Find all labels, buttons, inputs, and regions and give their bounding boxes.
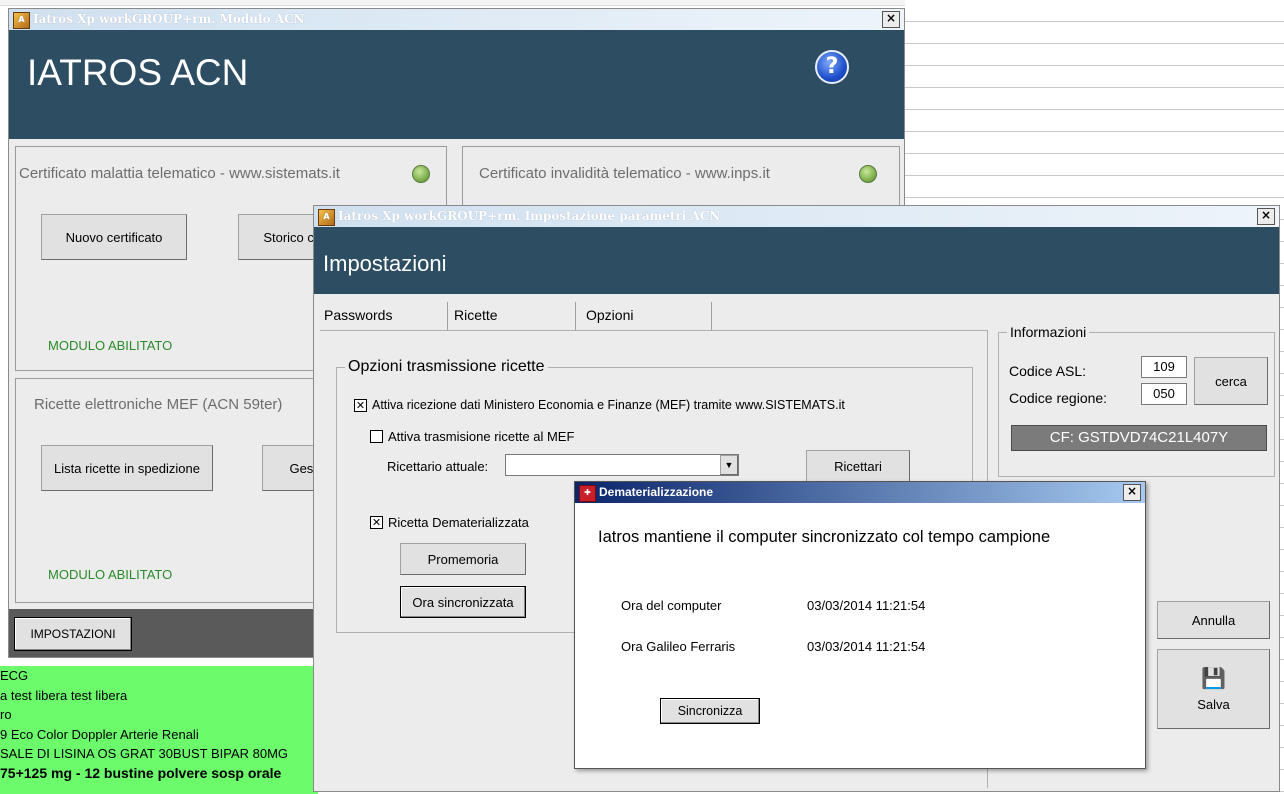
dialog-title: Dematerializzazione	[599, 485, 714, 499]
help-icon[interactable]: ?	[815, 50, 849, 84]
group-transmission-label: Opzioni trasmissione ricette	[345, 358, 548, 376]
list-item[interactable]: 9 Eco Color Doppler Arterie Renali	[0, 725, 318, 745]
receive-mef-checkbox[interactable]: ✕	[354, 399, 367, 412]
group-information-label: Informazioni	[1007, 324, 1090, 340]
new-certificate-button[interactable]: Nuovo certificato	[41, 214, 187, 260]
ricettario-label: Ricettario attuale:	[387, 459, 489, 474]
transmit-mef-checkbox[interactable]	[370, 430, 383, 443]
list-item[interactable]: a test libera test libera	[0, 686, 318, 706]
close-icon[interactable]: ×	[1123, 484, 1141, 501]
chevron-down-icon[interactable]: ▼	[720, 455, 738, 475]
panel-invalidity-title: Certificato invalidità telematico - www.…	[479, 165, 770, 182]
transmit-mef-label: Attiva trasmisione ricette al MEF	[388, 429, 575, 444]
app-icon: ✚	[579, 485, 596, 502]
main-window-title: Iatros Xp workGROUP+rm. Modulo ACN	[33, 12, 305, 26]
page-title: IATROS ACN	[27, 52, 249, 93]
settings-header: Impostazioni	[314, 227, 1279, 294]
close-icon[interactable]: ×	[882, 11, 900, 28]
panel-mef-title: Ricette elettroniche MEF (ACN 59ter)	[34, 396, 283, 413]
app-icon: A	[13, 12, 30, 29]
demat-label: Ricetta Dematerializzata	[388, 515, 529, 530]
computer-time-label: Ora del computer	[621, 598, 722, 613]
tab-opzioni[interactable]: Opzioni	[582, 302, 712, 330]
galileo-time-label: Ora Galileo Ferraris	[621, 639, 736, 654]
dialog-message: Iatros mantiene il computer sincronizzat…	[598, 528, 1051, 546]
search-button[interactable]: cerca	[1194, 357, 1268, 405]
settings-window-title: Iatros Xp workGROUP+rm. Impostazione par…	[338, 209, 721, 223]
list-item[interactable]: ro	[0, 705, 318, 725]
dematerialization-dialog: ✚ Dematerializzazione × Iatros mantiene …	[574, 481, 1146, 769]
app-icon: A	[318, 209, 335, 226]
prescription-list-button[interactable]: Lista ricette in spedizione	[41, 445, 213, 491]
region-code-label: Codice regione:	[1009, 390, 1108, 406]
fiscal-code-badge: CF: GSTDVD74C21L407Y	[1011, 425, 1267, 451]
save-icon: 💾	[1201, 667, 1226, 690]
asl-code-field[interactable]: 109	[1141, 356, 1187, 378]
list-item[interactable]: ECG	[0, 666, 318, 686]
list-item[interactable]: 75+125 mg - 12 bustine polvere sosp oral…	[0, 764, 318, 784]
synchronize-button[interactable]: Sincronizza	[660, 698, 760, 724]
list-item[interactable]: SALE DI LISINA OS GRAT 30BUST BIPAR 80MG	[0, 744, 318, 764]
green-prescription-list: ECG a test libera test libera ro 9 Eco C…	[0, 666, 318, 794]
promemoria-button[interactable]: Promemoria	[400, 543, 526, 575]
computer-time-value: 03/03/2014 11:21:54	[807, 598, 926, 613]
dialog-titlebar[interactable]: ✚ Dematerializzazione ×	[575, 482, 1145, 503]
settings-header-title: Impostazioni	[323, 251, 447, 276]
tab-passwords[interactable]: Passwords	[320, 302, 448, 330]
settings-button[interactable]: IMPOSTAZIONI	[14, 617, 132, 651]
save-button-label: Salva	[1197, 696, 1230, 712]
panel-sick-title: Certificato malattia telematico - www.si…	[19, 165, 340, 182]
save-button[interactable]: 💾 Salva	[1157, 649, 1270, 729]
main-window-titlebar[interactable]: A Iatros Xp workGROUP+rm. Modulo ACN ×	[9, 9, 904, 30]
background-strip	[0, 0, 905, 6]
demat-checkbox[interactable]: ✕	[370, 516, 383, 529]
tab-strip: Passwords Ricette Opzioni	[320, 302, 712, 330]
cancel-button[interactable]: Annulla	[1157, 601, 1270, 639]
status-led-icon	[859, 165, 877, 183]
asl-code-label: Codice ASL:	[1009, 363, 1087, 379]
ricettario-select[interactable]: ▼	[505, 454, 739, 476]
synchronized-time-button[interactable]: Ora sincronizzata	[400, 586, 526, 618]
ricettari-button[interactable]: Ricettari	[806, 450, 910, 482]
status-led-icon	[412, 165, 430, 183]
close-icon[interactable]: ×	[1257, 208, 1275, 225]
group-information: Informazioni Codice ASL: 109 Codice regi…	[998, 324, 1275, 477]
receive-mef-label: Attiva ricezione dati Ministero Economia…	[372, 398, 845, 412]
galileo-time-value: 03/03/2014 11:21:54	[807, 639, 926, 654]
region-code-field[interactable]: 050	[1141, 383, 1187, 405]
module-enabled-status: MODULO ABILITATO	[48, 338, 173, 353]
settings-window-titlebar[interactable]: A Iatros Xp workGROUP+rm. Impostazione p…	[314, 206, 1279, 227]
module-enabled-status: MODULO ABILITATO	[48, 567, 173, 582]
tab-ricette[interactable]: Ricette	[450, 302, 576, 330]
main-header: IATROS ACN ?	[9, 30, 904, 139]
